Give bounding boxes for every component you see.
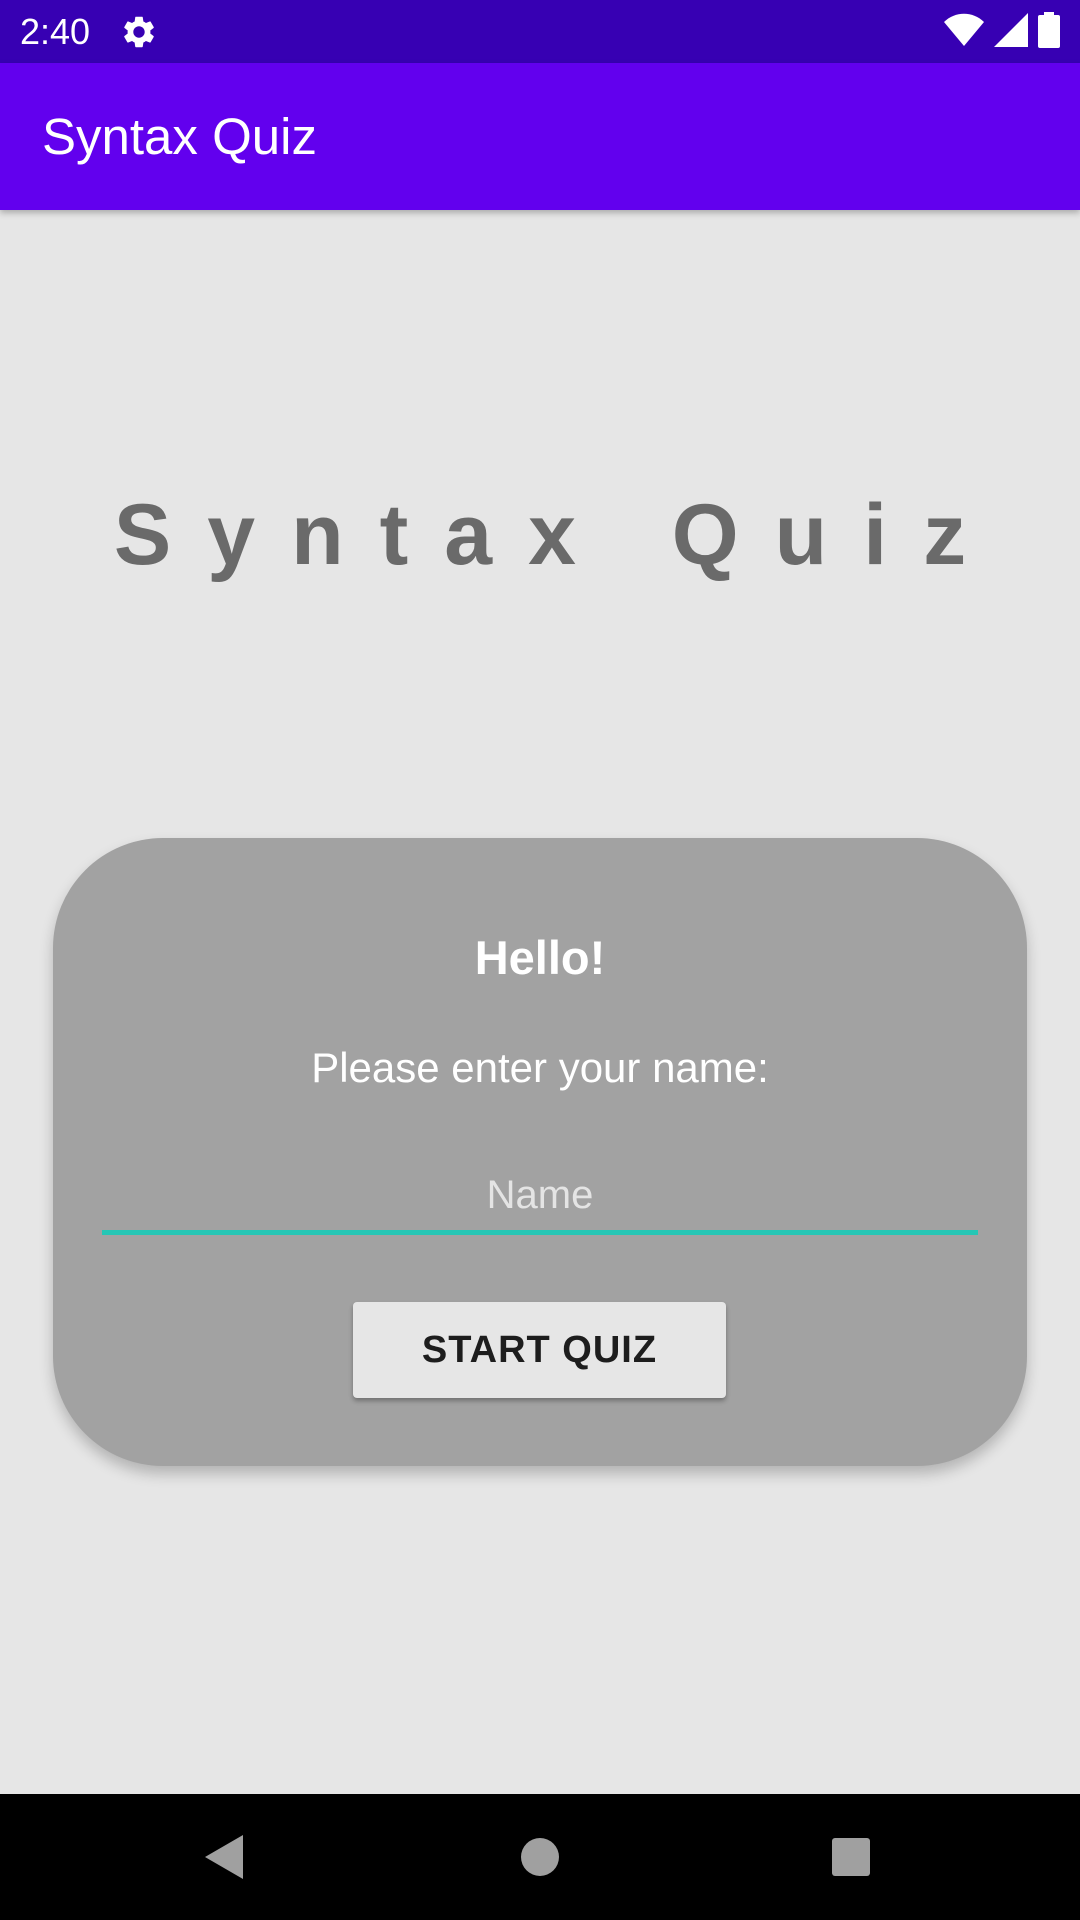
app-title: Syntax Quiz bbox=[42, 108, 317, 165]
gear-icon bbox=[120, 13, 158, 51]
start-quiz-button[interactable]: START QUIZ bbox=[353, 1302, 726, 1398]
page-title: Syntax Quiz bbox=[113, 487, 1003, 583]
status-bar: 2:40 bbox=[0, 0, 1080, 63]
signal-icon bbox=[994, 12, 1028, 52]
app-bar: Syntax Quiz bbox=[0, 63, 1080, 210]
status-icons bbox=[944, 11, 1060, 53]
back-icon[interactable] bbox=[192, 1824, 258, 1890]
name-prompt: Please enter your name: bbox=[311, 1044, 769, 1091]
status-time: 2:40 bbox=[20, 11, 91, 52]
recents-icon[interactable] bbox=[818, 1824, 884, 1890]
greeting-text: Hello! bbox=[474, 931, 606, 984]
name-card: Hello! Please enter your name: START QUI… bbox=[53, 838, 1027, 1466]
battery-icon bbox=[1038, 11, 1060, 53]
wifi-icon bbox=[944, 13, 984, 52]
screen: 2:40 Syntax Quiz Syntax Quiz Hello! Plea… bbox=[0, 0, 1080, 1920]
name-input[interactable] bbox=[102, 1160, 978, 1235]
navigation-bar bbox=[0, 1794, 1080, 1920]
home-icon[interactable] bbox=[507, 1824, 573, 1890]
